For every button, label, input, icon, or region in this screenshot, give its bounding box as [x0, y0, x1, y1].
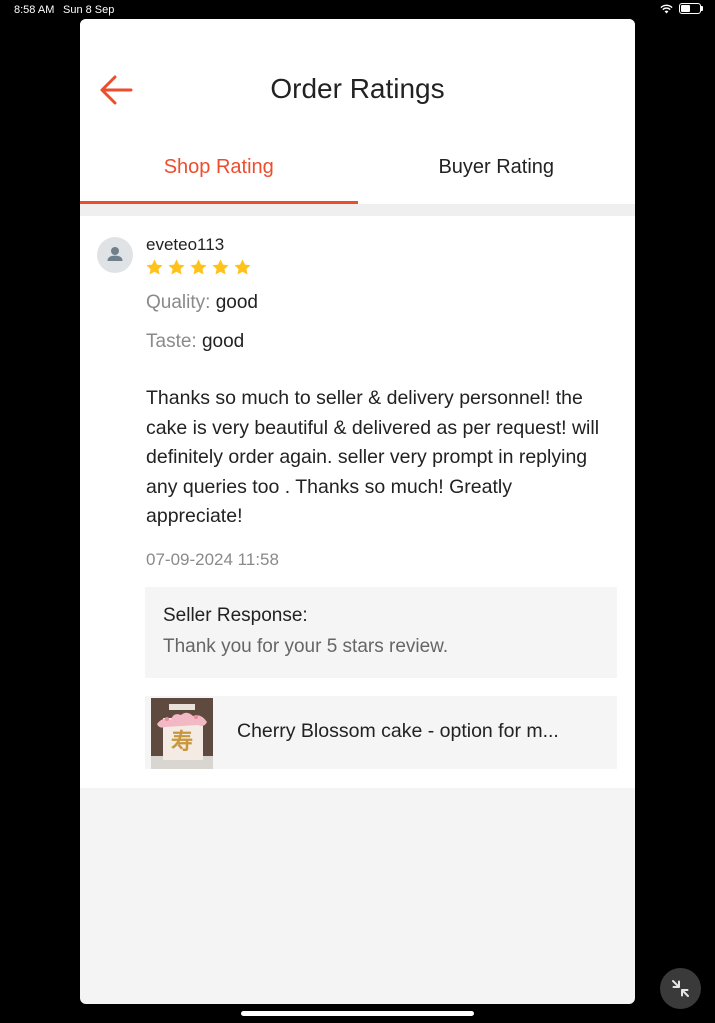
seller-response-title: Seller Response:: [163, 605, 308, 626]
review-card: eveteo113 Quality: good Taste: good Than…: [80, 216, 635, 788]
section-divider: [80, 204, 635, 216]
svg-text:寿: 寿: [171, 729, 193, 755]
star-icon: [212, 259, 229, 275]
product-link[interactable]: 寿 Cherry Blossom cake - option for m...: [145, 696, 617, 769]
app-window: Order Ratings Shop Rating Buyer Rating e…: [80, 19, 635, 1004]
product-name: Cherry Blossom cake - option for m...: [237, 720, 559, 742]
header: Order Ratings Shop Rating Buyer Rating: [80, 19, 635, 204]
review-comment: Thanks so much to seller & delivery pers…: [146, 387, 600, 527]
tab-shop-rating[interactable]: Shop Rating: [80, 144, 358, 204]
attribute-value: good: [215, 292, 258, 313]
status-time: 8:58 AM: [14, 4, 55, 16]
attribute-label: Taste:: [146, 331, 197, 352]
star-icon: [190, 259, 207, 275]
star-icon: [168, 259, 185, 275]
seller-response: Seller Response: Thank you for your 5 st…: [145, 587, 617, 678]
attribute-quality: Quality: good: [146, 292, 258, 314]
star-icon: [146, 259, 163, 275]
wifi-icon: [660, 4, 673, 13]
status-icons: [660, 3, 703, 14]
cake-image: 寿: [151, 698, 213, 769]
tab-bar: Shop Rating Buyer Rating: [80, 144, 635, 204]
seller-response-text: Thank you for your 5 stars review.: [163, 636, 449, 657]
battery-icon: [679, 3, 703, 14]
reviewer-username: eveteo113: [146, 235, 225, 254]
tab-buyer-rating[interactable]: Buyer Rating: [358, 144, 636, 204]
star-icon: [234, 259, 251, 275]
home-indicator[interactable]: [241, 1011, 474, 1016]
attribute-value: good: [201, 331, 245, 352]
avatar: [97, 237, 133, 273]
user-icon: [107, 247, 123, 261]
product-thumbnail: 寿: [151, 698, 213, 769]
collapse-arrows-icon: [672, 980, 689, 997]
attribute-label: Quality:: [146, 292, 211, 313]
attribute-taste: Taste: good: [146, 331, 244, 353]
star-rating: [145, 258, 252, 277]
page-title: Order Ratings: [270, 73, 445, 104]
status-date: Sun 8 Sep: [63, 4, 115, 16]
review-timestamp: 07-09-2024 11:58: [146, 550, 279, 569]
minimize-button[interactable]: [660, 968, 701, 1009]
status-bar: 8:58 AM Sun 8 Sep: [0, 0, 715, 20]
